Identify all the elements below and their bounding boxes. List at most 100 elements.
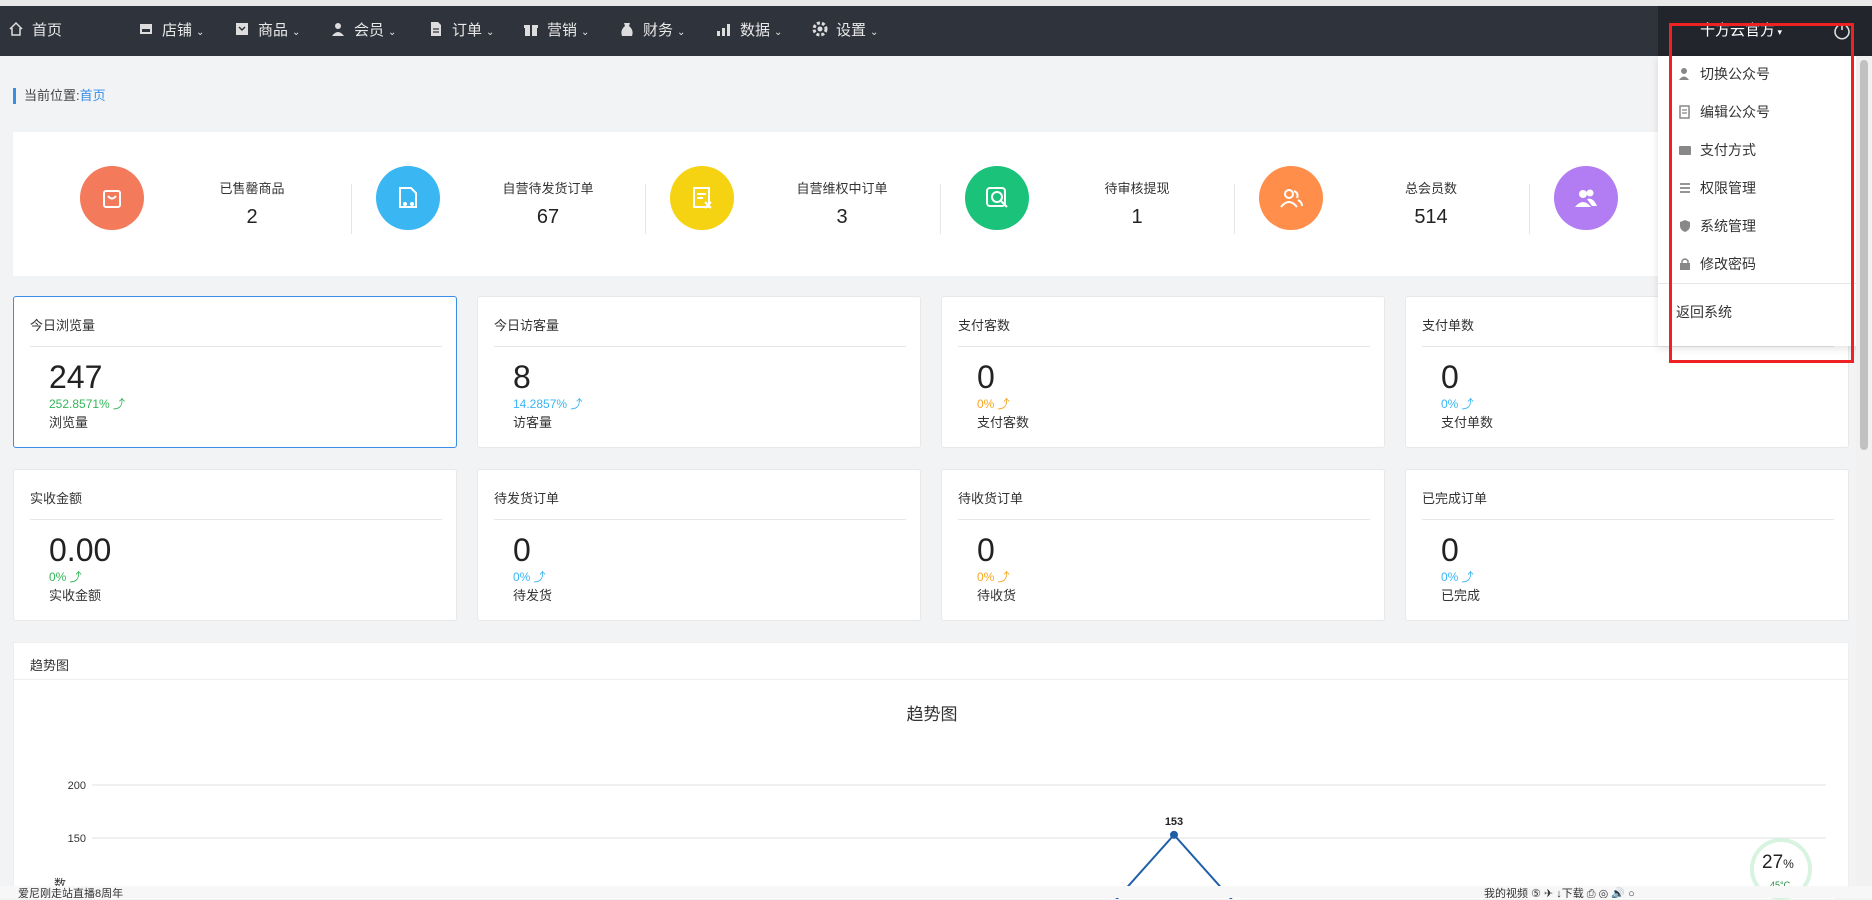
card-paying-customers[interactable]: 支付客数 0 0% ⤴ 支付客数 bbox=[941, 296, 1385, 448]
stat-value: 1 bbox=[1131, 206, 1143, 228]
y-tick-label: 200 bbox=[68, 780, 86, 792]
nav-home[interactable]: 首页 bbox=[8, 6, 62, 56]
card-value: 247 bbox=[49, 359, 103, 395]
card-title: 待发货订单 bbox=[494, 491, 560, 506]
delivery-doc-icon bbox=[399, 187, 417, 208]
top-navigation: 首页 店铺 ⌄ 商品 ⌄ 会员 ⌄ 订单 ⌄ 营销 ⌄ 财务 ⌄ 数据 ⌄ 设置 ⌄ 十方云官方… bbox=[0, 6, 1872, 56]
divider bbox=[958, 346, 1370, 347]
stat-value: 67 bbox=[536, 206, 560, 228]
card-rate: 0% ⤴ bbox=[977, 397, 1010, 411]
trend-panel: 趋势图 趋势图 200150100 数 153 bbox=[13, 642, 1849, 899]
divider bbox=[645, 184, 646, 234]
data-point[interactable] bbox=[1170, 830, 1178, 839]
card-rate: 252.8571% ⤴ bbox=[49, 397, 126, 411]
nav-settings[interactable]: 设置 ⌄ bbox=[812, 6, 878, 56]
chevron-down-icon: ⌄ bbox=[388, 27, 397, 38]
breadcrumb-home-link[interactable]: 首页 bbox=[80, 88, 106, 103]
card-label: 实收金额 bbox=[49, 588, 102, 603]
nav-order[interactable]: 订单 ⌄ bbox=[428, 6, 494, 56]
card-to-receive[interactable]: 待收货订单 0 0% ⤴ 待收货 bbox=[941, 469, 1385, 621]
users-icon bbox=[1280, 189, 1303, 208]
nav-member-label: 会员 bbox=[354, 22, 385, 39]
stat-title: 总会员数 bbox=[1404, 181, 1457, 196]
scrollbar-thumb[interactable] bbox=[1860, 60, 1868, 450]
divider bbox=[494, 519, 906, 520]
card-label: 支付单数 bbox=[1441, 415, 1494, 430]
nav-product[interactable]: 商品 ⌄ bbox=[234, 6, 300, 56]
stat-value: 3 bbox=[836, 206, 848, 228]
divider bbox=[1234, 184, 1235, 234]
nav-store-label: 店铺 bbox=[162, 22, 193, 39]
stat-title: 自营待发货订单 bbox=[502, 181, 594, 196]
stat-circle bbox=[376, 166, 440, 230]
card-visitors[interactable]: 今日访客量 8 14.2857% ⤴ 访客量 bbox=[477, 296, 921, 448]
nav-member[interactable]: 会员 ⌄ bbox=[330, 6, 396, 56]
card-rate: 14.2857% ⤴ bbox=[513, 397, 583, 411]
stat-circle bbox=[80, 166, 144, 230]
stats-panel: 已售罄商品 2 自营待发货订单 67 自营维权中订单 3 待审核提现 1 总会员… bbox=[13, 132, 1849, 276]
nav-store[interactable]: 店铺 ⌄ bbox=[138, 6, 204, 56]
card-revenue[interactable]: 实收金额 0.00 0% ⤴ 实收金额 bbox=[13, 469, 457, 621]
stat-value: 514 bbox=[1414, 206, 1448, 228]
card-title: 实收金额 bbox=[30, 491, 83, 506]
status-bar: 爱尼刚走站直播8周年 我的视频 ⑤ ✈ ↓下载 ⎙ ◎ 🔊 ○ bbox=[0, 886, 1872, 898]
bag-icon bbox=[103, 190, 121, 208]
chevron-down-icon: ⌄ bbox=[774, 27, 783, 38]
stat-circle bbox=[1554, 166, 1618, 230]
card-label: 访客量 bbox=[513, 415, 553, 430]
document-cancel-icon bbox=[693, 187, 712, 209]
stat-value: 2 bbox=[246, 206, 258, 228]
y-tick-label: 150 bbox=[68, 833, 86, 845]
chevron-down-icon: ⌄ bbox=[292, 27, 301, 38]
trend-chart: 趋势图 200150100 数 153 bbox=[54, 705, 1826, 899]
stat-title: 已售罄商品 bbox=[219, 181, 285, 196]
nav-home-label: 首页 bbox=[32, 22, 63, 39]
nav-marketing[interactable]: 营销 ⌄ bbox=[523, 6, 589, 56]
data-label: 153 bbox=[1165, 816, 1183, 828]
group-icon bbox=[1575, 189, 1597, 207]
divider bbox=[1529, 184, 1530, 234]
card-value: 0.00 bbox=[49, 532, 112, 568]
product-icon bbox=[236, 23, 248, 35]
member-icon bbox=[332, 23, 344, 36]
stat-circle bbox=[1259, 166, 1323, 230]
divider bbox=[1422, 519, 1834, 520]
card-label: 支付客数 bbox=[977, 415, 1030, 430]
order-icon bbox=[431, 22, 441, 36]
store-icon bbox=[140, 24, 152, 34]
home-icon bbox=[9, 21, 23, 36]
card-to-ship[interactable]: 待发货订单 0 0% ⤴ 待发货 bbox=[477, 469, 921, 621]
highlight-frame bbox=[1669, 23, 1854, 363]
stat-title: 待审核提现 bbox=[1104, 181, 1170, 196]
card-title: 今日浏览量 bbox=[30, 318, 96, 333]
nav-marketing-label: 营销 bbox=[547, 22, 578, 39]
card-label: 已完成 bbox=[1441, 588, 1481, 603]
card-title: 已完成订单 bbox=[1422, 491, 1488, 506]
nav-data[interactable]: 数据 ⌄ bbox=[716, 6, 782, 56]
card-label: 浏览量 bbox=[49, 415, 89, 430]
chevron-down-icon: ⌄ bbox=[581, 27, 590, 38]
card-value: 0 bbox=[1441, 359, 1459, 395]
gauge-value: 27% bbox=[1762, 852, 1794, 874]
divider bbox=[958, 519, 1370, 520]
card-title: 支付客数 bbox=[958, 318, 1011, 333]
card-title: 待收货订单 bbox=[958, 491, 1024, 506]
chevron-down-icon: ⌄ bbox=[870, 27, 879, 38]
card-page-views[interactable]: 今日浏览量 247 252.8571% ⤴ 浏览量 bbox=[13, 296, 457, 448]
status-left-text[interactable]: 爱尼刚走站直播8周年 bbox=[18, 886, 123, 898]
divider bbox=[30, 346, 442, 347]
card-rate: 0% ⤴ bbox=[49, 570, 82, 584]
nav-finance[interactable]: 财务 ⌄ bbox=[619, 6, 685, 56]
status-right-tools[interactable]: 我的视频 ⑤ ✈ ↓下载 ⎙ ◎ 🔊 ○ bbox=[1484, 886, 1635, 898]
stat-circle bbox=[670, 166, 734, 230]
card-completed[interactable]: 已完成订单 0 0% ⤴ 已完成 bbox=[1405, 469, 1849, 621]
nav-finance-label: 财务 bbox=[643, 22, 674, 39]
chevron-down-icon: ⌄ bbox=[486, 27, 495, 38]
breadcrumb: 当前位置:首页 bbox=[13, 88, 106, 104]
stat-title: 自营维权中订单 bbox=[796, 181, 888, 196]
card-value: 0 bbox=[977, 359, 995, 395]
nav-product-label: 商品 bbox=[258, 22, 289, 39]
card-value: 0 bbox=[513, 532, 531, 568]
divider bbox=[351, 184, 352, 234]
gauge-unit: % bbox=[1783, 857, 1794, 871]
